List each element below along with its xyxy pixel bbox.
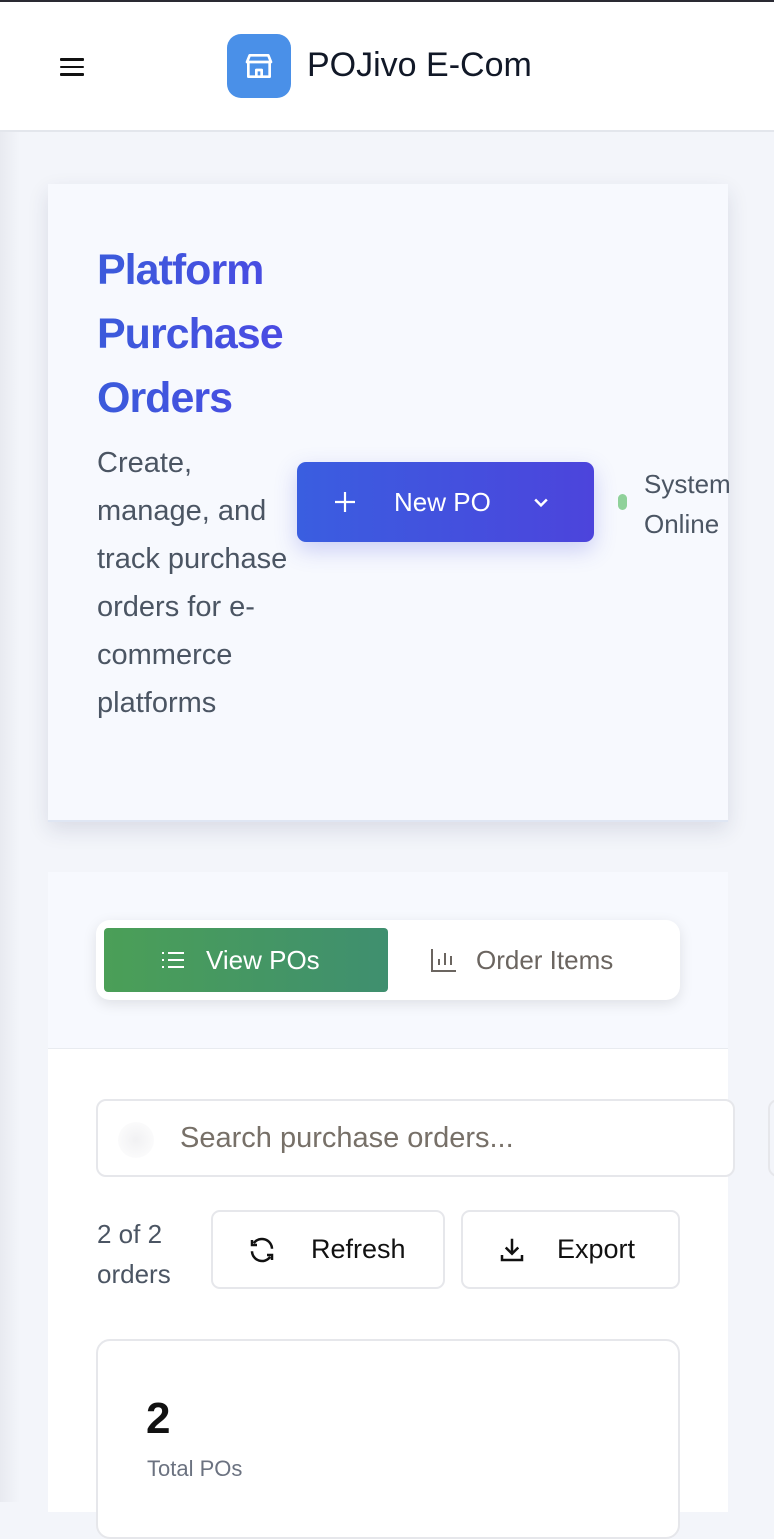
page-title: Platform Purchase Orders	[97, 238, 337, 430]
system-status: System Online	[644, 469, 731, 539]
filter-button[interactable]	[768, 1099, 774, 1177]
refresh-label: Refresh	[311, 1234, 406, 1264]
download-icon	[500, 1238, 524, 1261]
bar-chart-icon	[431, 949, 456, 972]
tab-view-pos[interactable]: View POs	[104, 928, 388, 992]
new-po-button[interactable]: New PO	[297, 462, 594, 542]
refresh-button[interactable]: Refresh	[211, 1210, 445, 1289]
status-dot	[618, 494, 627, 510]
order-count: 2 of 2 orders	[97, 1219, 171, 1289]
refresh-icon	[250, 1237, 274, 1262]
brand-name: POJivo E-Com	[307, 46, 532, 84]
export-label: Export	[557, 1234, 636, 1264]
tab-label: View POs	[206, 944, 320, 975]
tab-label: Order Items	[476, 944, 614, 975]
list-icon	[162, 952, 184, 968]
store-icon	[227, 34, 291, 98]
stat-label: Total POs	[147, 1456, 243, 1481]
stat-value: 2	[146, 1394, 171, 1443]
page-shade	[0, 132, 20, 1502]
tab-bar: View POs Order Items	[96, 920, 680, 1000]
new-po-label: New PO	[394, 486, 491, 517]
stat-card	[96, 1339, 680, 1539]
export-button[interactable]: Export	[461, 1210, 680, 1289]
tab-order-items[interactable]: Order Items	[396, 928, 672, 992]
page-description: Create, manage, and track purchase order…	[97, 447, 288, 719]
chevron-down-icon	[534, 498, 548, 508]
hamburger-icon[interactable]	[60, 58, 84, 78]
search-icon	[118, 1122, 154, 1158]
search-input[interactable]	[96, 1099, 735, 1177]
plus-icon	[335, 492, 355, 512]
